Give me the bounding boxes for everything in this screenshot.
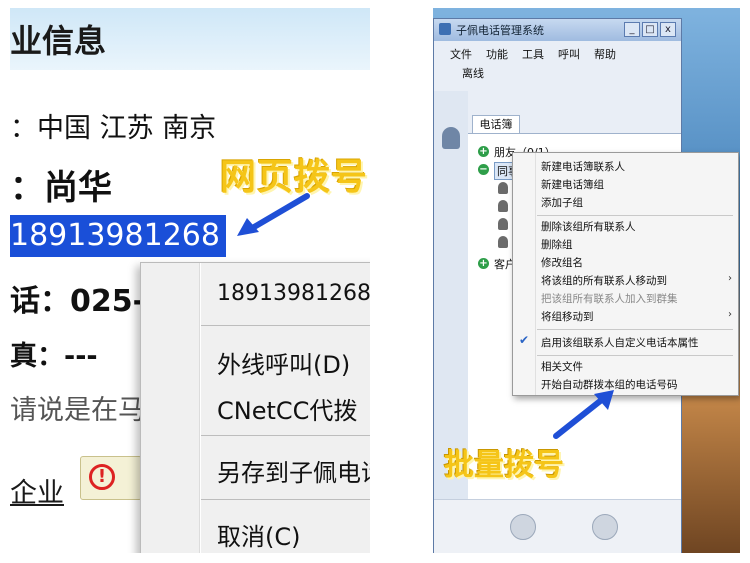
left-context-menu: 18913981268 外线呼叫(D) CNetCC代拨 另存到子佩电话 取消(… xyxy=(140,262,370,553)
group-context-menu: 新建电话簿联系人 新建电话簿组 添加子组 删除该组所有联系人 删除组 修改组名 … xyxy=(512,152,739,396)
menu-enable-custom[interactable]: 启用该组联系人自定义电话本属性 xyxy=(541,335,699,350)
hangup-phone-icon[interactable] xyxy=(592,514,618,540)
menu-separator xyxy=(537,329,733,330)
menu-rename-group[interactable]: 修改组名 xyxy=(541,255,583,270)
close-button[interactable]: x xyxy=(660,22,676,37)
checkmark-icon: ✔ xyxy=(519,333,530,347)
page-title: 业信息 xyxy=(10,22,107,60)
menu-call[interactable]: 呼叫 xyxy=(558,46,580,62)
menu-item-call-out[interactable]: 外线呼叫(D) xyxy=(217,345,350,380)
minimize-button[interactable]: _ xyxy=(624,22,640,37)
expand-icon[interactable]: + xyxy=(478,258,489,269)
menu-move-contacts[interactable]: 将该组的所有联系人移动到 xyxy=(541,273,667,288)
submenu-arrow-icon: › xyxy=(728,309,732,320)
contact-person-icon[interactable] xyxy=(498,218,508,230)
menu-separator xyxy=(537,215,733,216)
menu-separator xyxy=(537,355,733,356)
menu-file[interactable]: 文件 xyxy=(450,46,472,62)
bottom-toolbar xyxy=(434,499,681,553)
warning-button[interactable]: ! xyxy=(80,456,142,500)
corp-link[interactable]: 企业 xyxy=(10,471,64,510)
menu-separator xyxy=(201,325,370,326)
expand-icon[interactable]: + xyxy=(478,146,489,157)
menu-tools[interactable]: 工具 xyxy=(522,46,544,62)
menu-gutter xyxy=(535,153,536,395)
menu-new-group[interactable]: 新建电话簿组 xyxy=(541,177,604,192)
annotation-arrow-left xyxy=(237,193,310,236)
tab-phonebook[interactable]: 电话簿 xyxy=(472,115,520,134)
maximize-button[interactable]: □ xyxy=(642,22,658,37)
contact-name: ：尚华 xyxy=(10,168,112,208)
menu-delete-all-contacts[interactable]: 删除该组所有联系人 xyxy=(541,219,636,234)
menu-item-cnetcc[interactable]: CNetCC代拨 xyxy=(217,391,357,426)
left-webpage-panel: 业信息 ：中国 江苏 南京 ：尚华 18913981268 话：025- 真：-… xyxy=(10,8,370,553)
menu-item-number[interactable]: 18913981268 xyxy=(217,281,370,306)
right-app-panel: 子佩电话管理系统 _ □ x 文件 功能 工具 呼叫 帮助 离线 电话簿 + 朋… xyxy=(433,8,740,553)
telephone-field: 话：025- xyxy=(10,284,146,319)
contact-person-icon[interactable] xyxy=(498,182,508,194)
menu-item-cancel[interactable]: 取消(C) xyxy=(217,517,300,552)
menu-delete-group[interactable]: 删除组 xyxy=(541,237,573,252)
hint-text: 请说是在马 xyxy=(10,395,145,426)
app-icon xyxy=(439,23,451,35)
menu-help[interactable]: 帮助 xyxy=(594,46,616,62)
menu-move-group[interactable]: 将组移动到 xyxy=(541,309,594,324)
menu-add-to-group-dial[interactable]: 把该组所有联系人加入到群集 xyxy=(541,291,678,306)
window-title: 子佩电话管理系统 xyxy=(456,24,544,37)
fax-field: 真：--- xyxy=(10,341,98,372)
selected-phone-number[interactable]: 18913981268 xyxy=(10,215,226,257)
menu-separator xyxy=(201,499,370,500)
annotation-batch-dial: 批量拨号 xyxy=(444,448,564,483)
contact-person-icon[interactable] xyxy=(498,200,508,212)
contact-person-icon[interactable] xyxy=(498,236,508,248)
warning-icon: ! xyxy=(89,464,115,490)
menu-item-save-as[interactable]: 另存到子佩电话 xyxy=(217,453,370,488)
annotation-arrow-right xyxy=(553,390,614,439)
collapse-icon[interactable]: − xyxy=(478,164,489,175)
menu-gutter xyxy=(199,263,201,553)
menu-new-contact[interactable]: 新建电话簿联系人 xyxy=(541,159,625,174)
address-text: ：中国 江苏 南京 xyxy=(10,113,217,144)
user-avatar-icon[interactable] xyxy=(442,127,460,149)
menu-function[interactable]: 功能 xyxy=(486,46,508,62)
menu-bar: 文件 功能 工具 呼叫 帮助 xyxy=(434,43,681,61)
menu-separator xyxy=(201,435,370,436)
submenu-arrow-icon: › xyxy=(728,273,732,284)
dial-phone-icon[interactable] xyxy=(510,514,536,540)
status-offline[interactable]: 离线 xyxy=(462,65,484,81)
title-bar[interactable]: 子佩电话管理系统 _ □ x xyxy=(434,19,681,41)
menu-add-subgroup[interactable]: 添加子组 xyxy=(541,195,583,210)
menu-related-files[interactable]: 相关文件 xyxy=(541,359,583,374)
